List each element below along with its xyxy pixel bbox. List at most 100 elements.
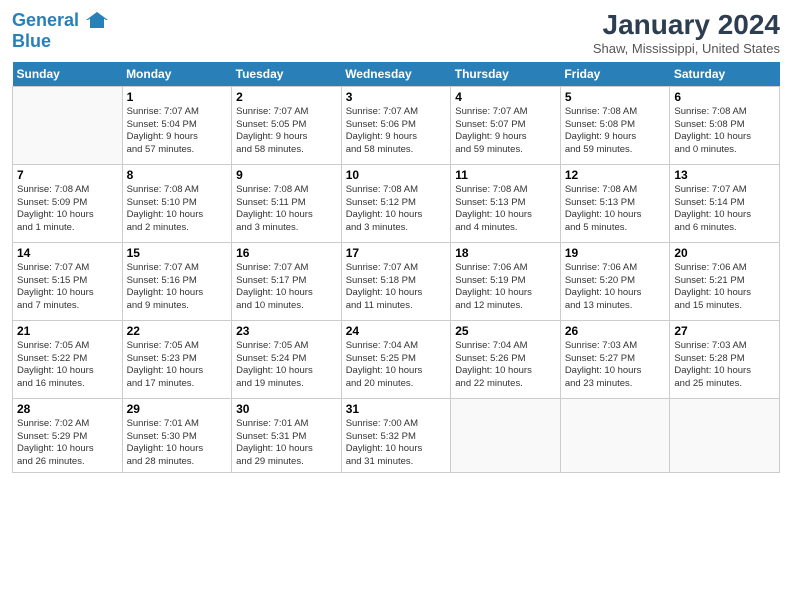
day-number: 28 <box>17 402 118 416</box>
calendar-header: General Blue January 2024 Shaw, Mississi… <box>12 10 780 56</box>
day-number: 24 <box>346 324 447 338</box>
day-number: 7 <box>17 168 118 182</box>
day-number: 20 <box>674 246 775 260</box>
day-info: Sunrise: 7:08 AMSunset: 5:08 PMDaylight:… <box>674 106 775 157</box>
calendar-cell: 15 Sunrise: 7:07 AMSunset: 5:16 PMDayligh… <box>122 242 232 320</box>
day-number: 30 <box>236 402 337 416</box>
day-number: 31 <box>346 402 447 416</box>
calendar-week-1: 1Sunrise: 7:07 AMSunset: 5:04 PMDaylight… <box>13 86 780 164</box>
weekday-header-monday: Monday <box>122 62 232 87</box>
calendar-cell: 31 Sunrise: 7:00 AMSunset: 5:32 PMDayligh… <box>341 398 451 472</box>
calendar-cell: 10Sunrise: 7:08 AMSunset: 5:12 PMDayligh… <box>341 164 451 242</box>
day-info: Sunrise: 7:07 AMSunset: 5:18 PMDaylight:… <box>346 262 447 313</box>
day-number: 22 <box>127 324 228 338</box>
calendar-table: SundayMondayTuesdayWednesdayThursdayFrid… <box>12 62 780 473</box>
day-info: Sunrise: 7:05 AMSunset: 5:24 PMDaylight:… <box>236 340 337 391</box>
day-number: 17 <box>346 246 447 260</box>
calendar-cell: 16 Sunrise: 7:07 AMSunset: 5:17 PMDayligh… <box>232 242 342 320</box>
calendar-cell: 7 Sunrise: 7:08 AMSunset: 5:09 PMDaylight… <box>13 164 123 242</box>
logo: General Blue <box>12 10 108 52</box>
calendar-cell <box>13 86 123 164</box>
day-number: 12 <box>565 168 666 182</box>
day-number: 21 <box>17 324 118 338</box>
day-info: Sunrise: 7:07 AMSunset: 5:07 PMDaylight:… <box>455 106 556 157</box>
day-info: Sunrise: 7:01 AMSunset: 5:31 PMDaylight:… <box>236 418 337 469</box>
day-number: 3 <box>346 90 447 104</box>
day-info: Sunrise: 7:07 AMSunset: 5:15 PMDaylight:… <box>17 262 118 313</box>
day-number: 29 <box>127 402 228 416</box>
day-info: Sunrise: 7:03 AMSunset: 5:27 PMDaylight:… <box>565 340 666 391</box>
day-number: 18 <box>455 246 556 260</box>
calendar-cell: 17 Sunrise: 7:07 AMSunset: 5:18 PMDayligh… <box>341 242 451 320</box>
day-number: 26 <box>565 324 666 338</box>
day-number: 14 <box>17 246 118 260</box>
day-info: Sunrise: 7:05 AMSunset: 5:22 PMDaylight:… <box>17 340 118 391</box>
day-info: Sunrise: 7:07 AMSunset: 5:14 PMDaylight:… <box>674 184 775 235</box>
logo-text: General <box>12 10 108 32</box>
calendar-cell: 20 Sunrise: 7:06 AMSunset: 5:21 PMDayligh… <box>670 242 780 320</box>
day-info: Sunrise: 7:08 AMSunset: 5:13 PMDaylight:… <box>455 184 556 235</box>
day-info: Sunrise: 7:08 AMSunset: 5:12 PMDaylight:… <box>346 184 447 235</box>
weekday-header-row: SundayMondayTuesdayWednesdayThursdayFrid… <box>13 62 780 87</box>
day-number: 25 <box>455 324 556 338</box>
calendar-cell: 21 Sunrise: 7:05 AMSunset: 5:22 PMDayligh… <box>13 320 123 398</box>
day-info: Sunrise: 7:04 AMSunset: 5:25 PMDaylight:… <box>346 340 447 391</box>
day-info: Sunrise: 7:00 AMSunset: 5:32 PMDaylight:… <box>346 418 447 469</box>
calendar-cell <box>451 398 561 472</box>
day-info: Sunrise: 7:07 AMSunset: 5:16 PMDaylight:… <box>127 262 228 313</box>
day-number: 15 <box>127 246 228 260</box>
title-section: January 2024 Shaw, Mississippi, United S… <box>593 10 780 56</box>
day-info: Sunrise: 7:08 AMSunset: 5:08 PMDaylight:… <box>565 106 666 157</box>
calendar-subtitle: Shaw, Mississippi, United States <box>593 41 780 56</box>
day-number: 5 <box>565 90 666 104</box>
logo-line2: Blue <box>12 32 108 52</box>
calendar-cell: 5 Sunrise: 7:08 AMSunset: 5:08 PMDaylight… <box>560 86 670 164</box>
calendar-cell: 2 Sunrise: 7:07 AMSunset: 5:05 PMDaylight… <box>232 86 342 164</box>
day-info: Sunrise: 7:08 AMSunset: 5:10 PMDaylight:… <box>127 184 228 235</box>
calendar-container: General Blue January 2024 Shaw, Mississi… <box>0 0 792 481</box>
calendar-cell: 30 Sunrise: 7:01 AMSunset: 5:31 PMDayligh… <box>232 398 342 472</box>
day-info: Sunrise: 7:08 AMSunset: 5:13 PMDaylight:… <box>565 184 666 235</box>
calendar-cell: 13 Sunrise: 7:07 AMSunset: 5:14 PMDayligh… <box>670 164 780 242</box>
day-number: 16 <box>236 246 337 260</box>
day-number: 13 <box>674 168 775 182</box>
calendar-cell: 1Sunrise: 7:07 AMSunset: 5:04 PMDaylight… <box>122 86 232 164</box>
calendar-cell: 29 Sunrise: 7:01 AMSunset: 5:30 PMDayligh… <box>122 398 232 472</box>
day-info: Sunrise: 7:05 AMSunset: 5:23 PMDaylight:… <box>127 340 228 391</box>
calendar-cell: 14 Sunrise: 7:07 AMSunset: 5:15 PMDayligh… <box>13 242 123 320</box>
calendar-cell: 11Sunrise: 7:08 AMSunset: 5:13 PMDayligh… <box>451 164 561 242</box>
calendar-cell: 27 Sunrise: 7:03 AMSunset: 5:28 PMDayligh… <box>670 320 780 398</box>
day-number: 2 <box>236 90 337 104</box>
calendar-week-3: 14 Sunrise: 7:07 AMSunset: 5:15 PMDayligh… <box>13 242 780 320</box>
day-number: 4 <box>455 90 556 104</box>
weekday-header-sunday: Sunday <box>13 62 123 87</box>
day-number: 6 <box>674 90 775 104</box>
calendar-title: January 2024 <box>593 10 780 41</box>
calendar-cell: 6 Sunrise: 7:08 AMSunset: 5:08 PMDaylight… <box>670 86 780 164</box>
day-number: 23 <box>236 324 337 338</box>
calendar-week-4: 21 Sunrise: 7:05 AMSunset: 5:22 PMDayligh… <box>13 320 780 398</box>
day-info: Sunrise: 7:01 AMSunset: 5:30 PMDaylight:… <box>127 418 228 469</box>
day-info: Sunrise: 7:07 AMSunset: 5:17 PMDaylight:… <box>236 262 337 313</box>
day-info: Sunrise: 7:04 AMSunset: 5:26 PMDaylight:… <box>455 340 556 391</box>
weekday-header-friday: Friday <box>560 62 670 87</box>
calendar-cell: 12 Sunrise: 7:08 AMSunset: 5:13 PMDayligh… <box>560 164 670 242</box>
day-info: Sunrise: 7:02 AMSunset: 5:29 PMDaylight:… <box>17 418 118 469</box>
calendar-cell: 8Sunrise: 7:08 AMSunset: 5:10 PMDaylight… <box>122 164 232 242</box>
day-info: Sunrise: 7:08 AMSunset: 5:09 PMDaylight:… <box>17 184 118 235</box>
day-number: 27 <box>674 324 775 338</box>
weekday-header-wednesday: Wednesday <box>341 62 451 87</box>
day-info: Sunrise: 7:06 AMSunset: 5:21 PMDaylight:… <box>674 262 775 313</box>
calendar-cell: 18 Sunrise: 7:06 AMSunset: 5:19 PMDayligh… <box>451 242 561 320</box>
calendar-cell: 3Sunrise: 7:07 AMSunset: 5:06 PMDaylight… <box>341 86 451 164</box>
day-info: Sunrise: 7:07 AMSunset: 5:05 PMDaylight:… <box>236 106 337 157</box>
day-info: Sunrise: 7:08 AMSunset: 5:11 PMDaylight:… <box>236 184 337 235</box>
day-info: Sunrise: 7:07 AMSunset: 5:04 PMDaylight:… <box>127 106 228 157</box>
weekday-header-saturday: Saturday <box>670 62 780 87</box>
calendar-cell: 28 Sunrise: 7:02 AMSunset: 5:29 PMDayligh… <box>13 398 123 472</box>
day-number: 19 <box>565 246 666 260</box>
calendar-cell <box>560 398 670 472</box>
day-info: Sunrise: 7:06 AMSunset: 5:20 PMDaylight:… <box>565 262 666 313</box>
day-info: Sunrise: 7:06 AMSunset: 5:19 PMDaylight:… <box>455 262 556 313</box>
day-info: Sunrise: 7:03 AMSunset: 5:28 PMDaylight:… <box>674 340 775 391</box>
